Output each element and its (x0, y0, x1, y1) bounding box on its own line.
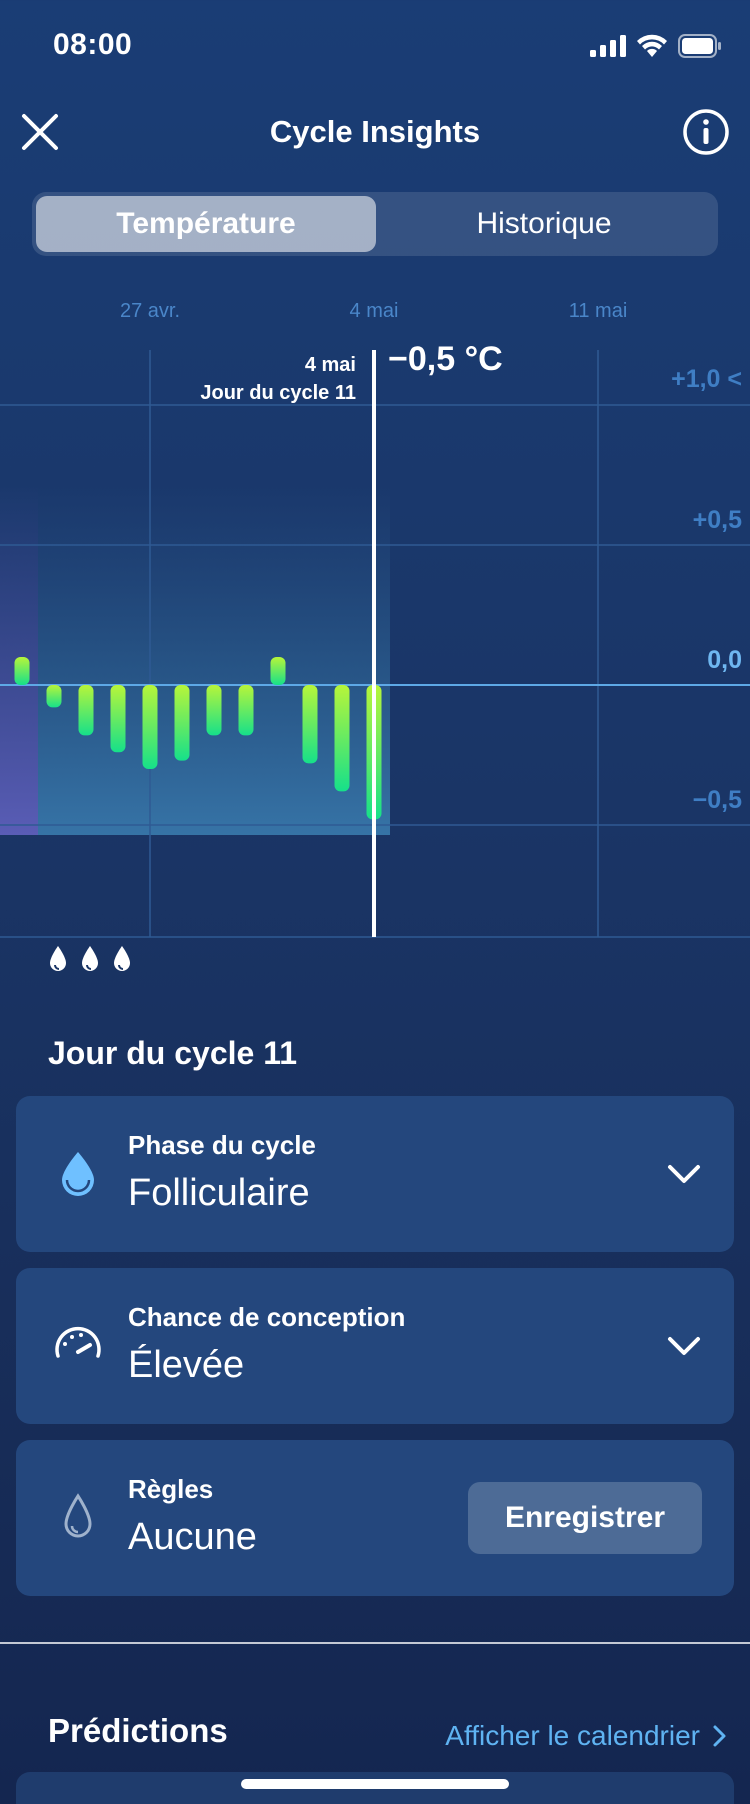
card-value: Élevée (128, 1344, 245, 1386)
drop-outline-icon (64, 1493, 92, 1538)
status-time: 08:00 (53, 28, 133, 61)
y-tick-label: 0,0 (707, 646, 742, 674)
temperature-bar[interactable] (206, 685, 222, 736)
show-calendar-link[interactable]: Afficher le calendrier (445, 1720, 728, 1752)
temperature-bar[interactable] (78, 685, 94, 736)
cycle-phase-card[interactable]: Phase du cycle Folliculaire (16, 1096, 734, 1252)
selected-day-info: 4 mai Jour du cycle 11 (200, 351, 356, 407)
drop-icon (82, 946, 98, 971)
temperature-bar[interactable] (334, 685, 350, 792)
battery-icon (678, 34, 721, 58)
divider (0, 1642, 750, 1644)
card-value: Aucune (128, 1516, 257, 1558)
info-icon[interactable] (682, 108, 730, 156)
conception-chance-card[interactable]: Chance de conception Élevée (16, 1268, 734, 1424)
selected-temperature: −0,5 °C (388, 340, 503, 378)
drop-icon (62, 1152, 94, 1196)
gauge-icon (55, 1326, 101, 1358)
temperature-bar[interactable] (14, 657, 30, 685)
temperature-bar[interactable] (142, 685, 158, 769)
tab-history[interactable]: Historique (374, 196, 714, 252)
temperature-bar[interactable] (238, 685, 254, 736)
signal-icon (590, 35, 626, 57)
card-value: Folliculaire (128, 1172, 310, 1214)
temperature-bar[interactable] (46, 685, 62, 708)
tab-temperature[interactable]: Température (36, 196, 376, 252)
temperature-chart[interactable]: 27 avr. 4 mai 11 mai +1,0 < +0,5 0,0 −0,… (0, 285, 750, 985)
selected-date: 4 mai (304, 354, 356, 376)
cycle-day-title: Jour du cycle 11 (48, 1035, 298, 1071)
page-title: Cycle Insights (269, 114, 481, 149)
chevron-down-icon[interactable] (664, 1154, 704, 1194)
chevron-down-icon[interactable] (664, 1326, 704, 1366)
chevron-right-icon (713, 1725, 726, 1747)
card-label: Phase du cycle (128, 1130, 316, 1160)
temperature-bar[interactable] (302, 685, 318, 764)
status-icons (590, 32, 722, 60)
record-period-button[interactable]: Enregistrer (468, 1482, 702, 1554)
card-label: Règles (128, 1474, 214, 1504)
temperature-bar[interactable] (174, 685, 190, 761)
period-markers (48, 945, 132, 973)
temperature-bar[interactable] (110, 685, 126, 753)
drop-icon (114, 946, 130, 971)
status-bar: 08:00 (0, 0, 750, 92)
card-label: Chance de conception (128, 1302, 406, 1332)
y-tick-label: +0,5 (692, 506, 742, 534)
predictions-title: Prédictions (48, 1712, 228, 1749)
wifi-icon (637, 34, 667, 57)
selected-cycle-day: Jour du cycle 11 (200, 382, 356, 404)
show-calendar-label: Afficher le calendrier (445, 1720, 700, 1751)
chart-canvas (0, 350, 750, 938)
header: Cycle Insights (0, 100, 750, 168)
view-switcher: Température Historique (32, 192, 718, 256)
period-card: Règles Aucune Enregistrer (16, 1440, 734, 1596)
y-tick-label: +1,0 < (671, 365, 742, 393)
home-indicator (241, 1779, 509, 1789)
y-tick-label: −0,5 (692, 786, 742, 814)
temperature-bar[interactable] (270, 657, 286, 685)
drop-icon (50, 946, 66, 971)
